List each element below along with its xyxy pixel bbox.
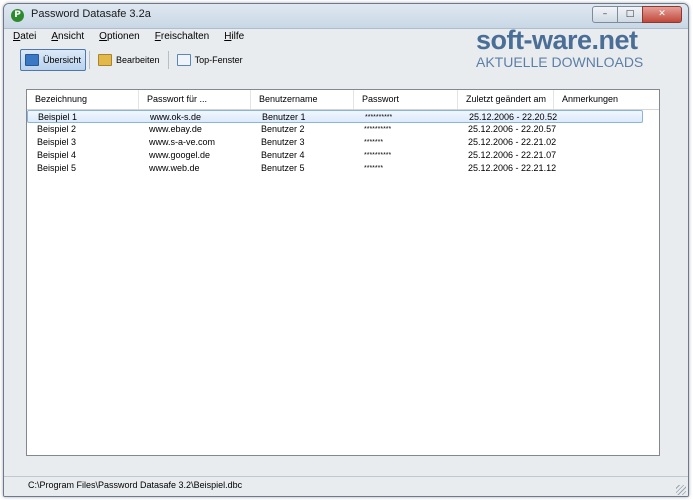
window-controls: – □ ✕	[592, 6, 682, 23]
cell-url: www.s-a-ve.com	[149, 137, 216, 147]
menu-ansicht[interactable]: Ansicht	[42, 29, 90, 47]
resize-grip-icon[interactable]	[676, 485, 686, 495]
cell-passwort: *******	[364, 165, 384, 172]
cell-datum: 25.12.2006 - 22.21.02	[468, 137, 557, 147]
edit-icon	[98, 54, 113, 66]
table-row[interactable]: Beispiel 2 www.ebay.de Benutzer 2 ******…	[27, 123, 643, 136]
column-header-benutzername[interactable]: Benutzername	[251, 90, 354, 109]
menu-datei[interactable]: Datei	[4, 29, 42, 47]
table-row[interactable]: Beispiel 5 www.web.de Benutzer 5 *******…	[27, 162, 643, 175]
app-window: P Password Datasafe 3.2a – □ ✕ Datei Ans…	[3, 3, 689, 497]
watermark: soft-ware.net AKTUELLE DOWNLOADS	[476, 25, 644, 71]
cell-bezeichnung: Beispiel 3	[37, 137, 77, 147]
edit-button[interactable]: Bearbeiten	[93, 49, 165, 71]
table-row[interactable]: Beispiel 1 www.ok-s.de Benutzer 1 ******…	[27, 110, 643, 123]
status-bar: C:\Program Files\Password Datasafe 3.2\B…	[4, 476, 688, 496]
toolbar-separator	[89, 51, 91, 69]
cell-benutzername: Benutzer 5	[261, 163, 305, 173]
cell-url: www.web.de	[149, 163, 200, 173]
maximize-button[interactable]: □	[617, 6, 643, 23]
cell-anmerkungen	[556, 162, 564, 175]
menu-optionen[interactable]: Optionen	[90, 29, 146, 47]
overview-icon	[25, 54, 39, 66]
minimize-button[interactable]: –	[592, 6, 618, 23]
watermark-logo-text: soft-ware.net	[476, 25, 638, 55]
cell-datum: 25.12.2006 - 22.21.07	[468, 150, 557, 160]
status-file-path: C:\Program Files\Password Datasafe 3.2\B…	[28, 480, 243, 490]
column-header-zuletzt-geaendert[interactable]: Zuletzt geändert am	[458, 90, 554, 109]
list-header: Bezeichnung Passwort für ... Benutzernam…	[27, 90, 659, 110]
watermark-subtitle: AKTUELLE DOWNLOADS	[476, 54, 644, 70]
table-row[interactable]: Beispiel 4 www.googel.de Benutzer 4 ****…	[27, 149, 643, 162]
window-title: Password Datasafe 3.2a	[31, 8, 151, 20]
cell-bezeichnung: Beispiel 4	[37, 150, 77, 160]
table-row[interactable]: Beispiel 3 www.s-a-ve.com Benutzer 3 ***…	[27, 136, 643, 149]
column-header-bezeichnung[interactable]: Bezeichnung	[27, 90, 139, 109]
cell-url: www.googel.de	[149, 150, 211, 160]
toolbar-separator	[167, 51, 169, 69]
cell-anmerkungen	[556, 149, 564, 162]
overview-button-label: Übersicht	[43, 55, 82, 65]
cell-datum: 25.12.2006 - 22.21.12	[468, 163, 557, 173]
cell-url: www.ebay.de	[149, 124, 202, 134]
cell-benutzername: Benutzer 3	[261, 137, 305, 147]
cell-bezeichnung: Beispiel 2	[37, 124, 77, 134]
menu-bar: Datei Ansicht Optionen Freischalten Hilf…	[4, 29, 250, 47]
app-logo-icon: P	[11, 9, 24, 22]
toolbar: Übersicht Bearbeiten Top-Fenster	[20, 48, 251, 72]
cell-passwort: *******	[364, 139, 384, 146]
column-header-passwort-fuer[interactable]: Passwort für ...	[139, 90, 251, 109]
cell-datum: 25.12.2006 - 22.20.57	[468, 124, 557, 134]
edit-button-label: Bearbeiten	[116, 55, 160, 65]
menu-hilfe[interactable]: Hilfe	[215, 29, 250, 47]
password-list[interactable]: Bezeichnung Passwort für ... Benutzernam…	[26, 89, 660, 456]
cell-anmerkungen	[556, 123, 564, 136]
column-header-anmerkungen[interactable]: Anmerkungen	[554, 90, 659, 109]
cell-bezeichnung: Beispiel 5	[37, 163, 77, 173]
top-window-button-label: Top-Fenster	[194, 55, 243, 65]
cell-passwort: **********	[364, 152, 392, 159]
overview-button[interactable]: Übersicht	[20, 49, 87, 71]
top-window-button[interactable]: Top-Fenster	[172, 49, 248, 71]
cell-anmerkungen	[556, 136, 564, 149]
cell-benutzername: Benutzer 4	[261, 150, 305, 160]
close-button[interactable]: ✕	[642, 6, 682, 23]
column-header-passwort[interactable]: Passwort	[354, 90, 458, 109]
cell-benutzername: Benutzer 2	[261, 124, 305, 134]
menu-freischalten[interactable]: Freischalten	[146, 29, 215, 47]
cell-passwort: **********	[364, 126, 392, 133]
window-icon	[176, 54, 191, 66]
